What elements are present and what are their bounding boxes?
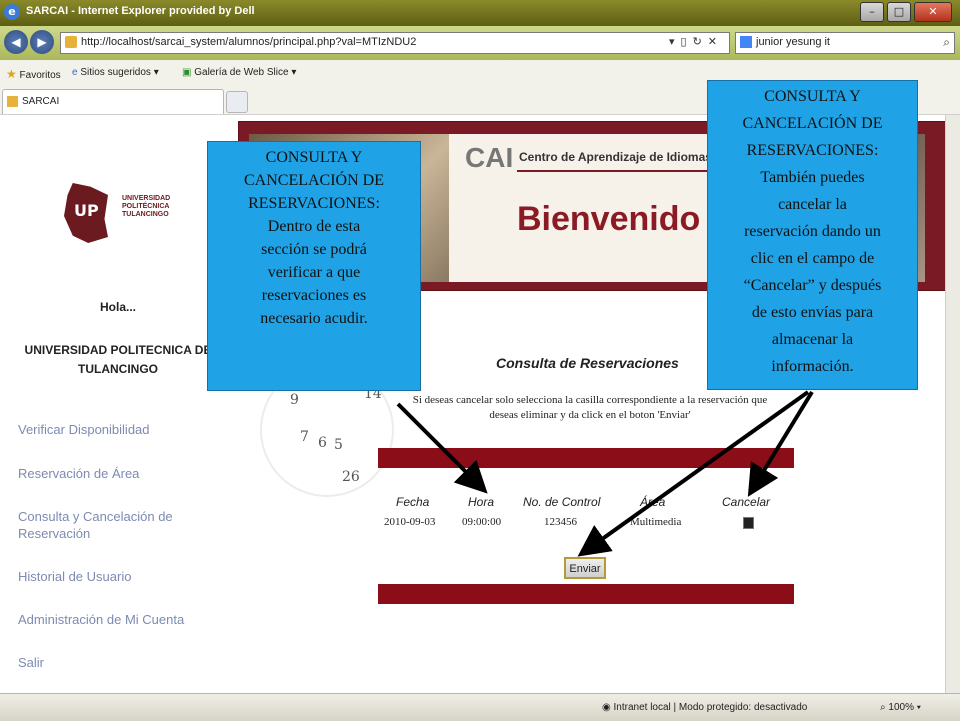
arrow-to-enviar xyxy=(577,390,810,557)
arrow-to-cancelar xyxy=(747,390,814,497)
callout-arrows xyxy=(396,390,814,557)
status-bar: ◉ Intranet local | Modo protegido: desac… xyxy=(0,693,960,721)
security-zone: ◉ Intranet local | Modo protegido: desac… xyxy=(602,702,808,713)
zoom-icon: ⌕ xyxy=(880,702,886,713)
globe-icon: ◉ xyxy=(602,702,611,713)
zoom-control[interactable]: ⌕ 100% ▾ xyxy=(880,702,921,713)
arrow-to-hora xyxy=(396,402,488,494)
